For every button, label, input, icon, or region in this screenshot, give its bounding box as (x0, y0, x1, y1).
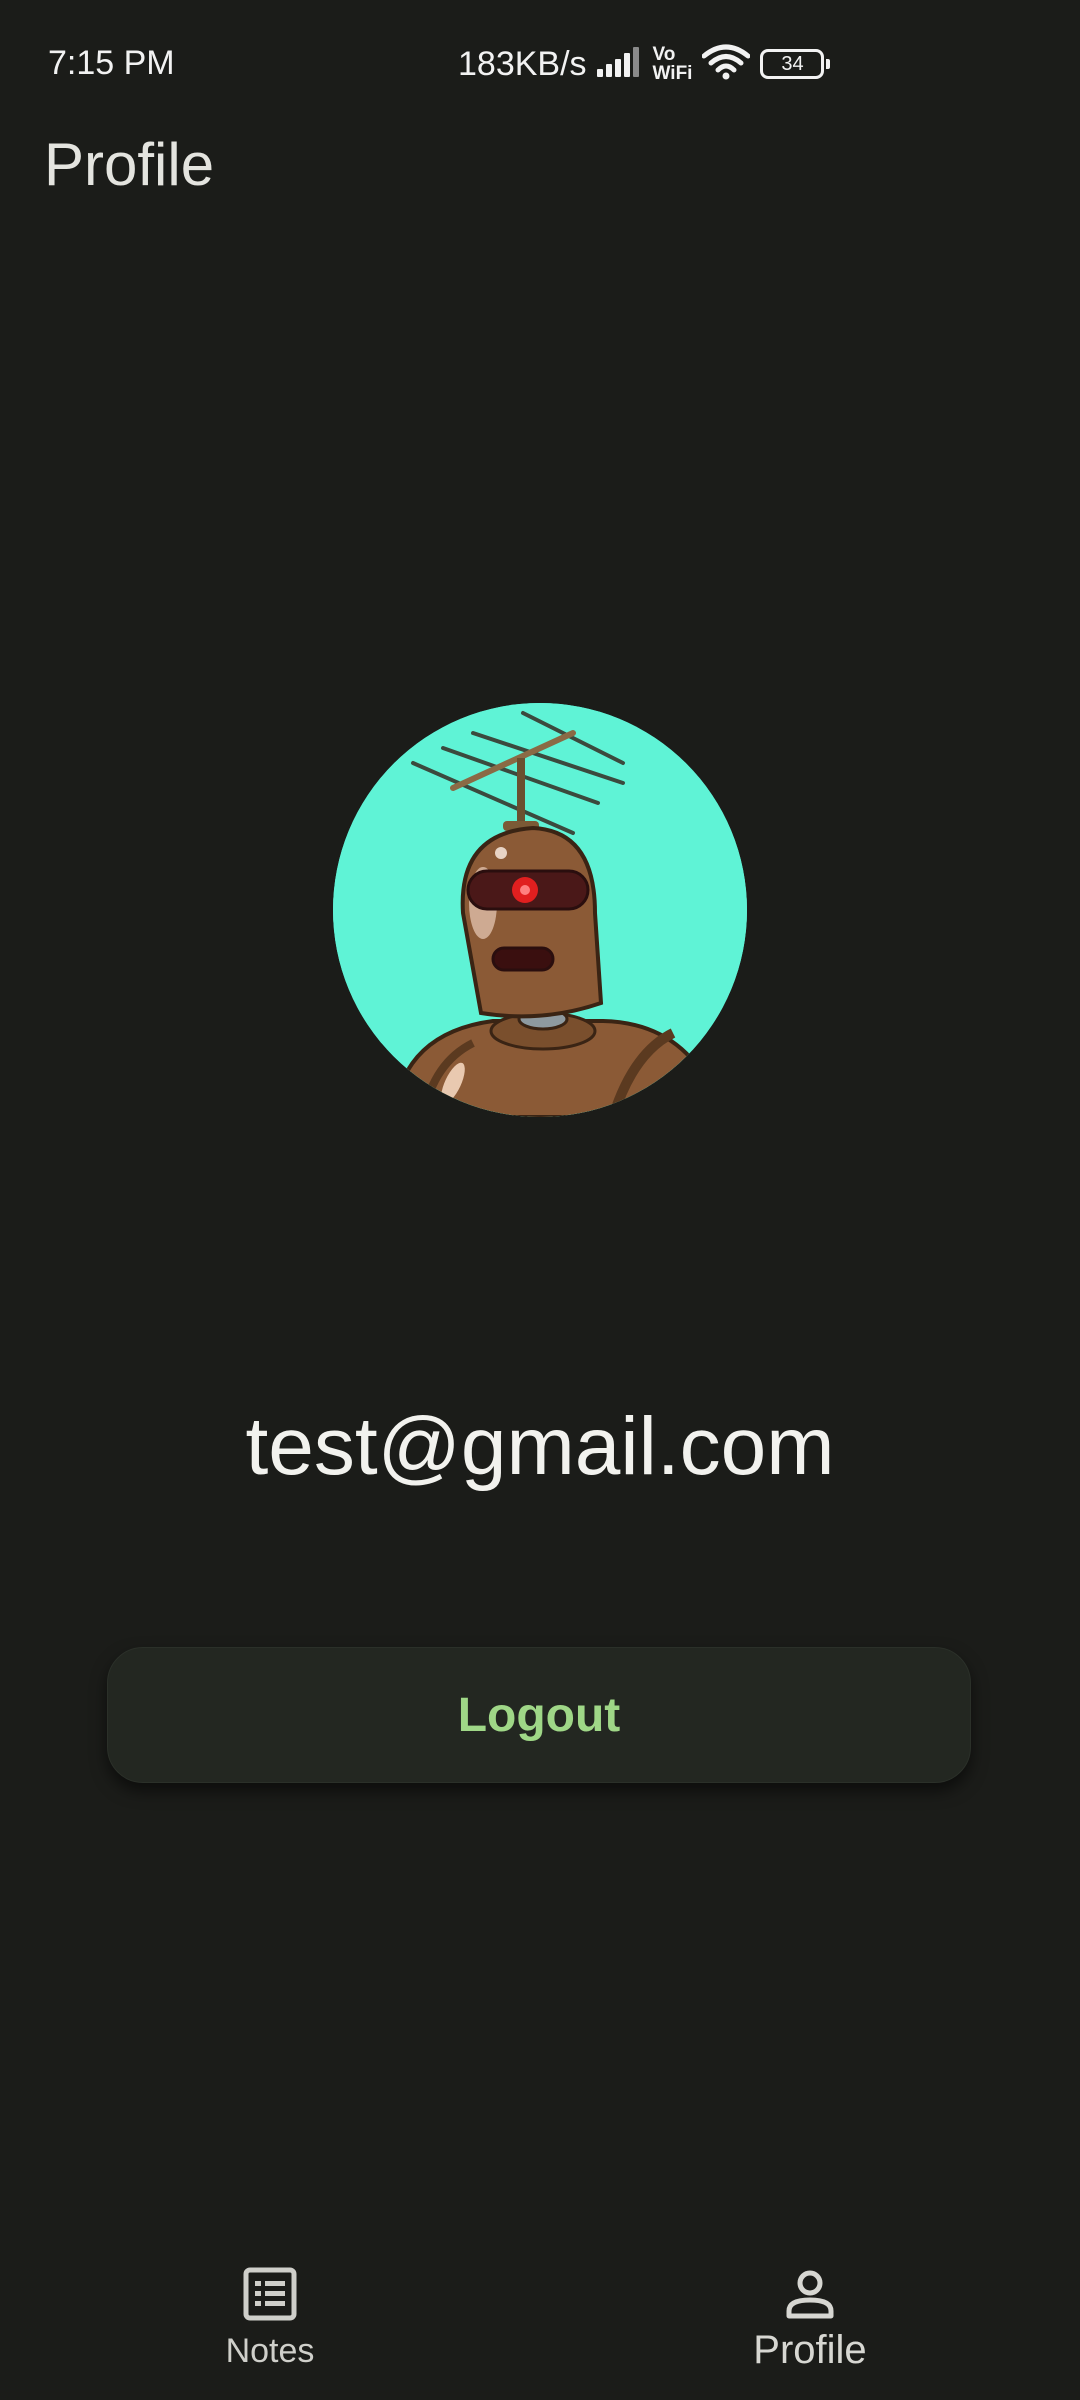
status-time: 7:15 PM (48, 44, 175, 82)
avatar (333, 703, 747, 1117)
status-bar: 7:15 PM 183KB/s Vo WiFi 34 (0, 0, 1080, 130)
status-indicators: 183KB/s Vo WiFi 34 (458, 40, 831, 88)
bottom-navigation: Notes Profile (0, 2240, 1080, 2400)
page-title: Profile (44, 131, 215, 198)
battery-level: 34 (781, 52, 804, 75)
nav-label-profile: Profile (753, 2328, 867, 2372)
nav-label-notes: Notes (225, 2332, 315, 2370)
vowifi-icon: Vo WiFi (653, 45, 693, 83)
robot-avatar-icon (333, 703, 747, 1117)
wifi-icon (701, 44, 751, 85)
nav-item-notes[interactable]: Notes (120, 2240, 420, 2400)
vowifi-top-label: Vo (652, 44, 676, 65)
notes-list-icon (243, 2267, 297, 2321)
network-speed: 183KB/s (458, 44, 587, 83)
nav-item-profile[interactable]: Profile (660, 2240, 960, 2400)
signal-icon (596, 46, 643, 82)
vowifi-bottom-label: WiFi (652, 63, 693, 84)
person-icon (786, 2270, 834, 2319)
logout-button[interactable]: Logout (107, 1647, 971, 1783)
user-email: test@gmail.com (245, 1401, 835, 1492)
battery-icon: 34 (760, 49, 831, 79)
